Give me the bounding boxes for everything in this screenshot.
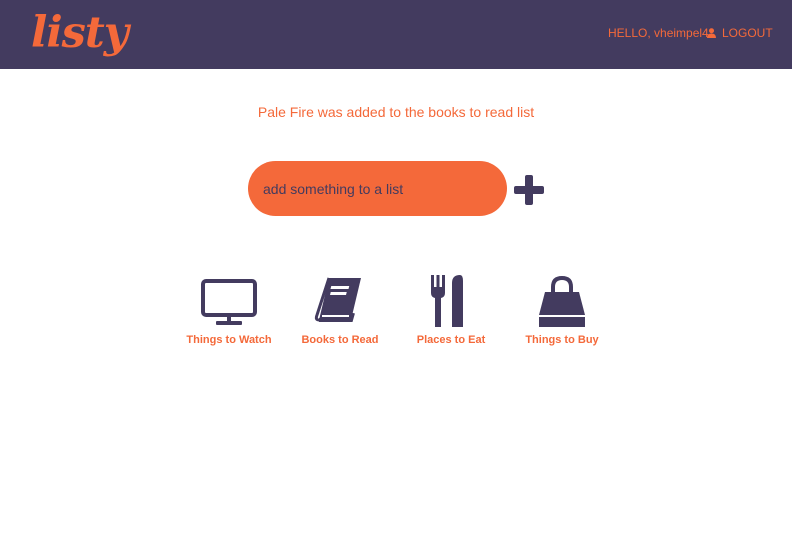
user-greeting: HELLO, vheimpel4 [608, 26, 709, 40]
plus-icon[interactable] [514, 175, 544, 205]
add-item-input[interactable] [248, 161, 507, 216]
logout-link[interactable]: LOGOUT [707, 25, 773, 41]
category-things-to-buy[interactable]: Things to Buy [507, 275, 617, 347]
flash-message: Pale Fire was added to the books to read… [257, 104, 535, 120]
navbar: listy HELLO, vheimpel4 LOGOUT [0, 0, 792, 69]
user-icon [707, 28, 716, 38]
book-icon [314, 277, 361, 322]
tv-icon [201, 279, 257, 325]
category-things-to-watch[interactable]: Things to Watch [174, 275, 284, 347]
logo[interactable]: listy [31, 4, 129, 62]
category-label: Places to Eat [416, 334, 486, 346]
category-places-to-eat[interactable]: Places to Eat [396, 275, 506, 347]
category-label: Things to Buy [525, 334, 599, 346]
logout-label: LOGOUT [722, 26, 773, 40]
category-books-to-read[interactable]: Books to Read [285, 275, 395, 347]
fork-knife-icon [431, 275, 463, 327]
category-label: Things to Watch [186, 334, 272, 346]
category-label: Books to Read [301, 334, 379, 346]
shopping-bag-icon [539, 275, 585, 327]
